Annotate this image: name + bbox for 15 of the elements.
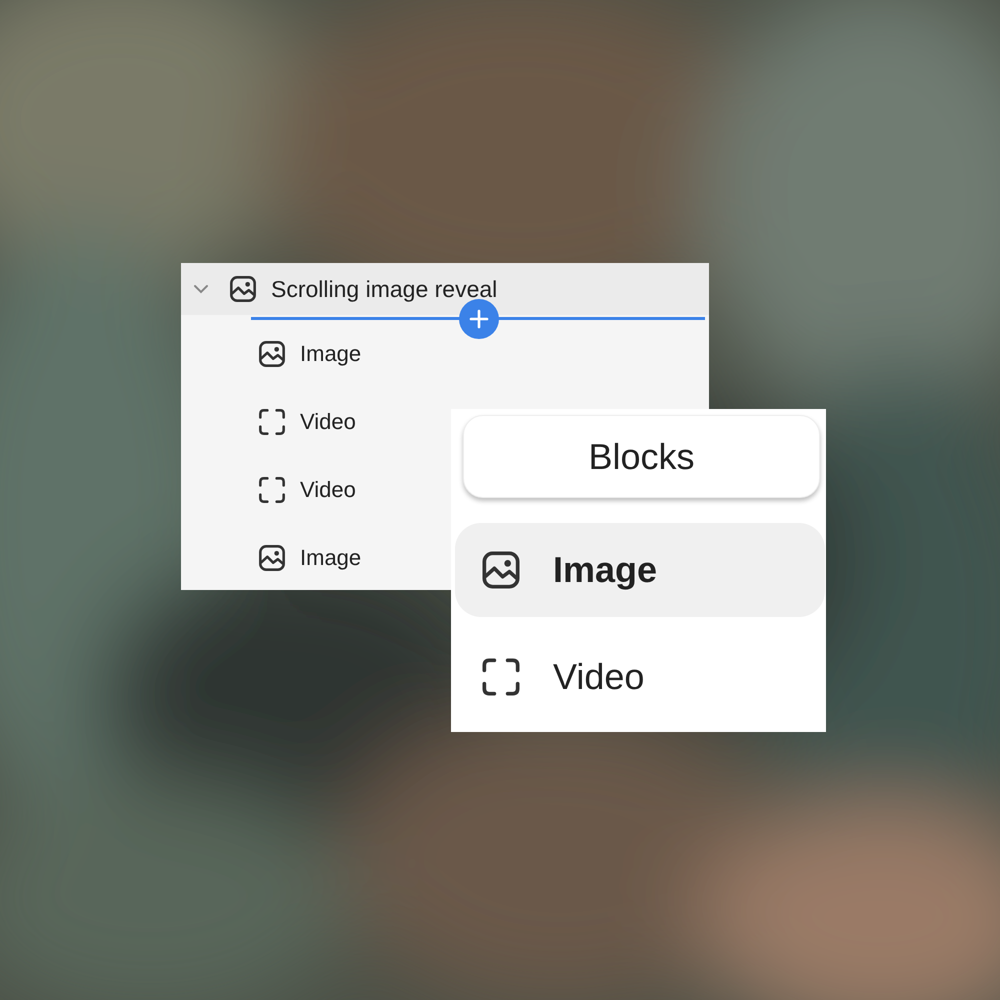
dashed-frame-icon [258, 408, 286, 436]
tree-item[interactable]: Image [258, 320, 458, 388]
image-icon [258, 340, 286, 368]
tree-header[interactable]: Scrolling image reveal [181, 263, 709, 315]
dashed-frame-icon [481, 657, 521, 697]
dashed-frame-icon [258, 476, 286, 504]
image-icon [258, 544, 286, 572]
image-icon [481, 550, 521, 590]
image-icon [229, 275, 257, 303]
plus-icon [469, 309, 489, 329]
add-button[interactable] [459, 299, 499, 339]
menu-item[interactable]: Video [455, 630, 825, 724]
tree-title: Scrolling image reveal [271, 276, 498, 302]
menu-item[interactable]: Image [455, 523, 825, 617]
blocks-button[interactable]: Blocks [463, 415, 820, 498]
